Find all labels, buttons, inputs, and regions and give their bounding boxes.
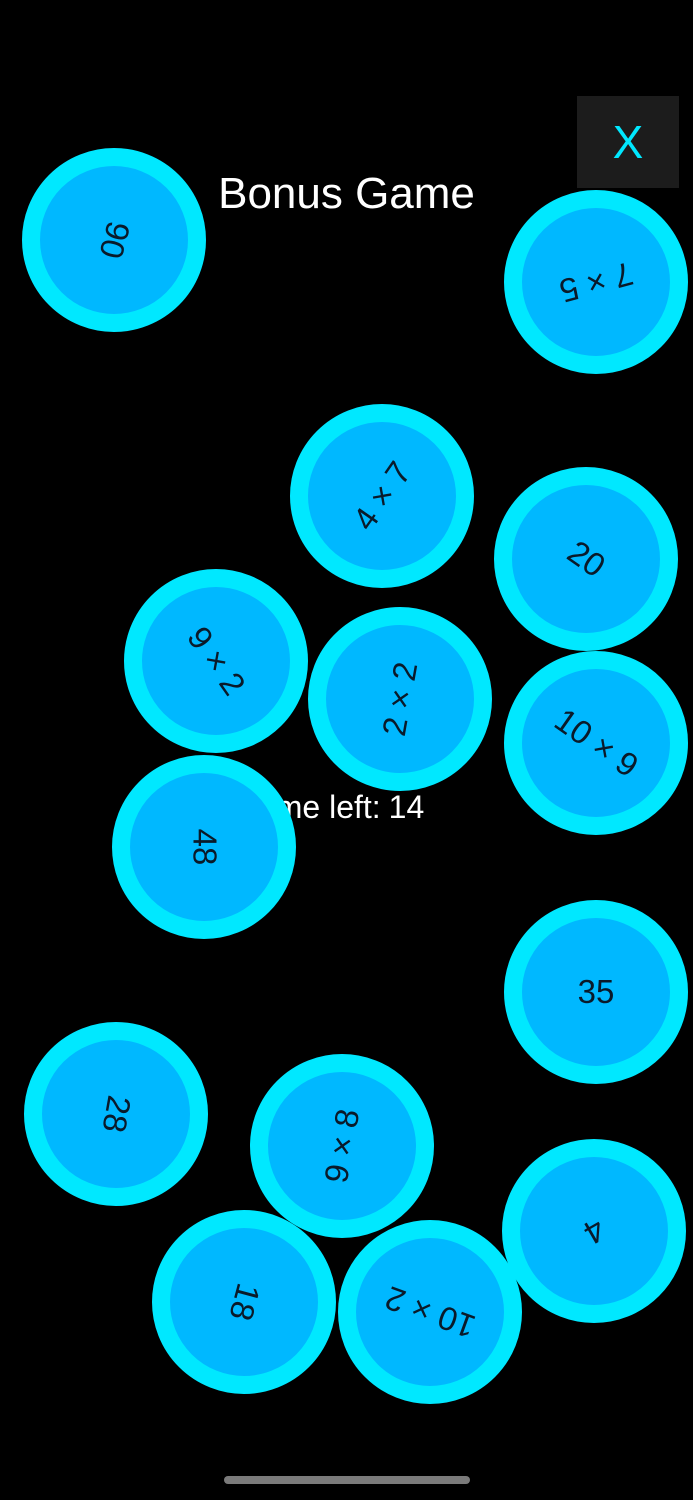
bubble-4[interactable]: 9 × 2	[124, 569, 308, 753]
bubble-label: 90	[91, 217, 138, 263]
bubble-6[interactable]: 10 × 9	[504, 651, 688, 835]
bubble-label: 18	[221, 1279, 268, 1325]
bubble-11[interactable]: 4	[502, 1139, 686, 1323]
bubble-5[interactable]: 2 × 2	[308, 607, 492, 791]
bubble-label: 9 × 2	[179, 619, 253, 702]
bubble-3[interactable]: 20	[494, 467, 678, 651]
bubble-12[interactable]: 18	[152, 1210, 336, 1394]
home-indicator[interactable]	[224, 1476, 470, 1484]
bubble-7[interactable]: 48	[112, 755, 296, 939]
bubble-label: 10 × 9	[547, 700, 645, 785]
bubble-label: 7 × 5	[555, 254, 637, 310]
bubble-label: 4	[577, 1210, 612, 1253]
bubble-9[interactable]: 28	[24, 1022, 208, 1206]
bubble-label: 9 × 8	[316, 1106, 367, 1186]
bubble-label: 20	[560, 532, 612, 585]
bubble-1[interactable]: 7 × 5	[504, 190, 688, 374]
bubble-label: 2 × 2	[374, 659, 425, 739]
bubble-10[interactable]: 9 × 8	[250, 1054, 434, 1238]
bubble-label: 28	[95, 1092, 138, 1136]
bubble-label: 10 × 2	[379, 1279, 480, 1346]
timer-value: 14	[388, 789, 425, 825]
bubble-label: 35	[577, 973, 615, 1010]
bubble-label: 48	[186, 828, 223, 866]
bubble-13[interactable]: 10 × 2	[338, 1220, 522, 1404]
bubble-label: 4 × 7	[345, 454, 419, 537]
bubble-0[interactable]: 90	[22, 148, 206, 332]
close-icon: X	[612, 116, 644, 168]
bubble-2[interactable]: 4 × 7	[290, 404, 474, 588]
bubble-8[interactable]: 35	[504, 900, 688, 1084]
close-button[interactable]: X	[577, 96, 679, 188]
